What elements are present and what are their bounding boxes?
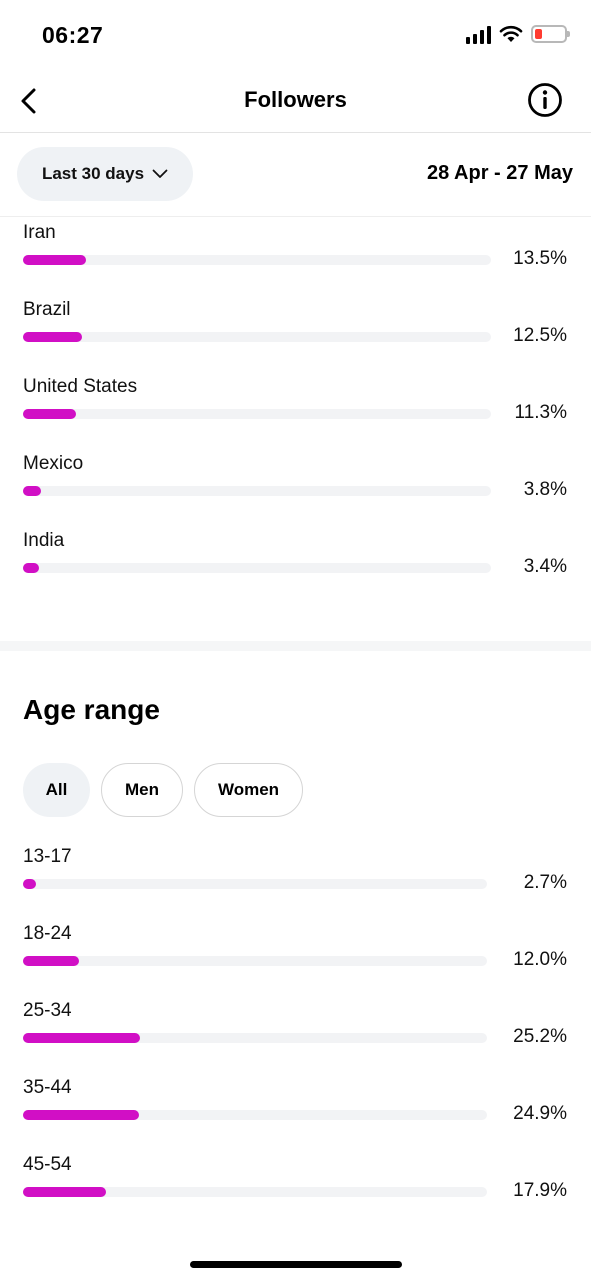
age-percent: 25.2%: [513, 1026, 567, 1047]
country-row: United States 11.3%: [0, 376, 591, 453]
bar-fill: [23, 332, 82, 342]
bar-fill: [23, 486, 41, 496]
chevron-down-icon: [152, 169, 168, 178]
bar-fill: [23, 956, 79, 966]
bar-track: [23, 956, 487, 966]
country-row: Mexico 3.8%: [0, 453, 591, 530]
age-row: 25-34 25.2%: [0, 1000, 591, 1077]
bar-fill: [23, 255, 86, 265]
country-label: Brazil: [23, 299, 71, 320]
bar-fill: [23, 879, 36, 889]
country-label: India: [23, 530, 65, 551]
filter-row: Last 30 days 28 Apr - 27 May: [0, 132, 591, 217]
country-row: Brazil 12.5%: [0, 299, 591, 376]
age-label: 18-24: [23, 923, 72, 944]
gender-filter-chips: All Men Women: [23, 763, 303, 817]
age-label: 25-34: [23, 1000, 72, 1021]
country-label: United States: [23, 376, 138, 397]
wifi-icon: [499, 25, 523, 42]
signal-icon: [466, 24, 491, 44]
chip-women[interactable]: Women: [194, 763, 303, 817]
bar-fill: [23, 1110, 139, 1120]
bar-track: [23, 409, 491, 419]
chip-all[interactable]: All: [23, 763, 90, 817]
country-row: Iran 13.5%: [0, 222, 591, 299]
date-range: 28 Apr - 27 May: [427, 162, 573, 184]
age-label: 35-44: [23, 1077, 72, 1098]
age-range-title: Age range: [23, 694, 160, 725]
bar-track: [23, 332, 491, 342]
country-percent: 11.3%: [514, 402, 567, 423]
home-indicator[interactable]: [190, 1261, 402, 1268]
bar-fill: [23, 563, 39, 573]
nav-bar: Followers: [0, 70, 591, 133]
age-percent: 24.9%: [513, 1103, 567, 1124]
country-percent: 3.4%: [523, 556, 567, 577]
info-icon[interactable]: [527, 82, 563, 118]
section-divider: [0, 641, 591, 651]
age-row: 18-24 12.0%: [0, 923, 591, 1000]
bar-track: [23, 255, 491, 265]
period-label: Last 30 days: [41, 164, 145, 183]
bar-track: [23, 563, 491, 573]
bar-fill: [23, 409, 76, 419]
bar-track: [23, 1187, 487, 1197]
page-title: Followers: [244, 87, 347, 112]
country-percent: 3.8%: [523, 479, 567, 500]
bar-track: [23, 486, 491, 496]
age-percent: 12.0%: [513, 949, 567, 970]
battery-icon: [531, 25, 570, 43]
country-percent: 12.5%: [513, 325, 567, 346]
age-label: 13-17: [23, 846, 72, 867]
age-row: 13-17 2.7%: [0, 846, 591, 923]
chip-men[interactable]: Men: [101, 763, 183, 817]
period-dropdown[interactable]: Last 30 days: [17, 147, 193, 201]
bar-track: [23, 1033, 487, 1043]
bar-track: [23, 1110, 487, 1120]
status-icons: [466, 24, 570, 44]
country-label: Mexico: [23, 453, 84, 474]
country-label: Iran: [23, 222, 56, 243]
bar-fill: [23, 1033, 140, 1043]
status-bar: 06:27: [0, 0, 591, 70]
age-row: 35-44 24.9%: [0, 1077, 591, 1154]
age-percent: 17.9%: [513, 1180, 567, 1201]
age-row: 45-54 17.9%: [0, 1154, 591, 1231]
age-label: 45-54: [23, 1154, 72, 1175]
bar-track: [23, 879, 487, 889]
country-percent: 13.5%: [513, 248, 567, 269]
age-percent: 2.7%: [523, 872, 567, 893]
country-row: India 3.4%: [0, 530, 591, 607]
status-time: 06:27: [42, 22, 104, 48]
bar-fill: [23, 1187, 106, 1197]
